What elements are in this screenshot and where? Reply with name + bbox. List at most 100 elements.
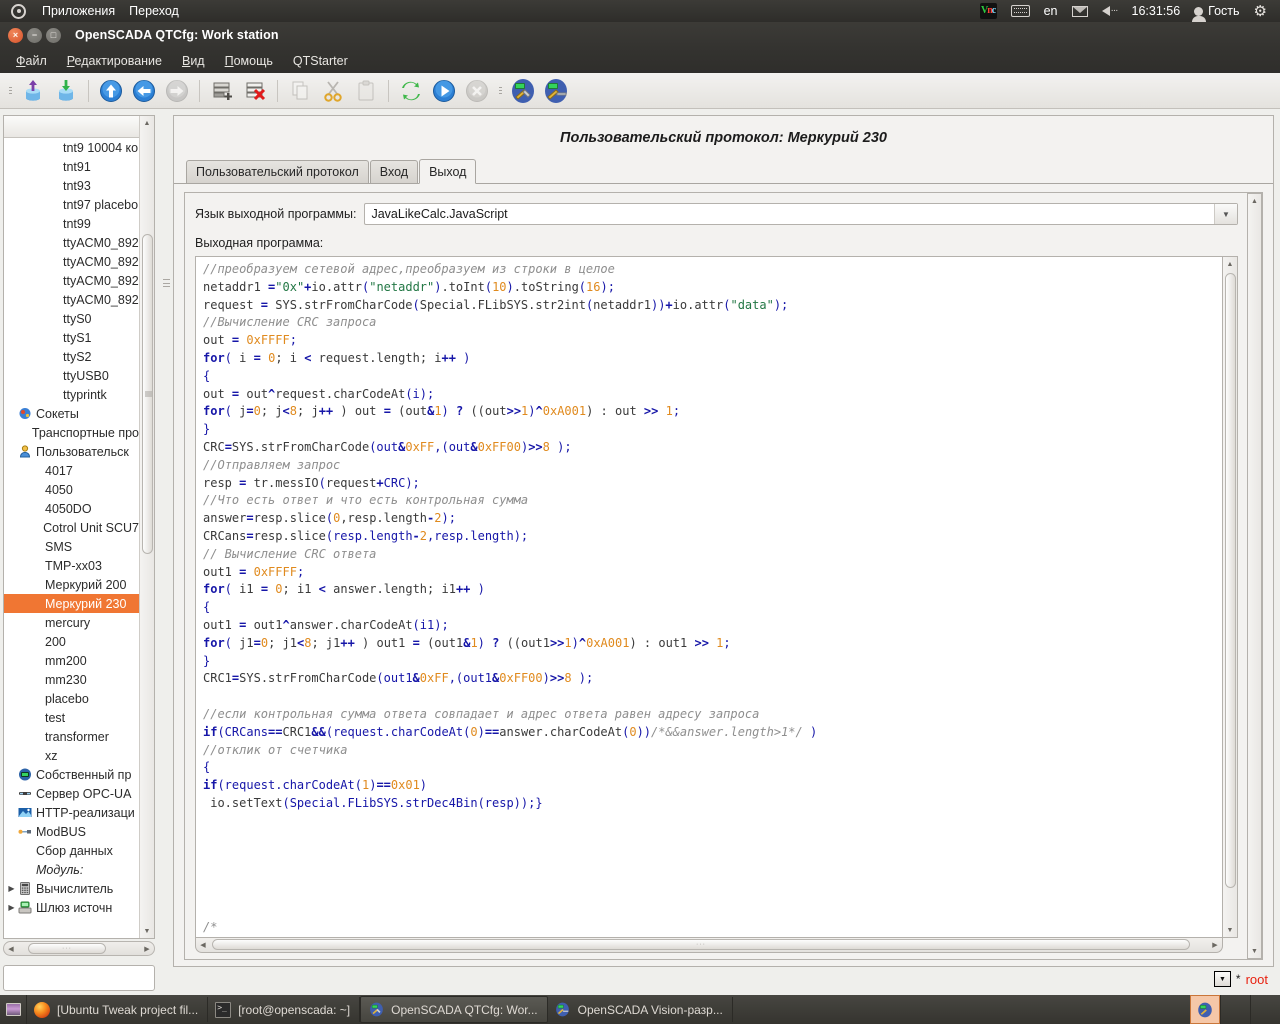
window-titlebar[interactable]: × − □ OpenSCADA QTCfg: Work station [0,22,1280,48]
load-from-db-icon[interactable] [17,76,49,106]
refresh-icon[interactable] [395,76,427,106]
stop-icon[interactable] [461,76,493,106]
tree-item[interactable]: xz [4,746,139,765]
status-dropdown-button[interactable]: ▼ [1214,971,1231,987]
tab-user-protocol[interactable]: Пользовательский протокол [186,160,369,183]
go-forward-icon[interactable] [161,76,193,106]
tree-item[interactable]: Сбор данных [4,841,139,860]
taskbar-item-vision[interactable]: OpenSCADA Vision-разр... [548,997,733,1022]
code-vertical-scrollbar[interactable]: ▲ ▼ [1223,256,1238,938]
tree-item[interactable]: placebo [4,689,139,708]
delete-node-icon[interactable] [239,76,271,106]
tree-item[interactable]: tnt99 [4,214,139,233]
taskbar-item-firefox[interactable]: [Ubuntu Tweak project fil... [27,997,208,1022]
paste-icon[interactable] [350,76,382,106]
scroll-down-icon[interactable]: ▼ [1248,944,1261,958]
save-to-db-icon[interactable] [50,76,82,106]
tree-scroll-area[interactable]: tnt9 10004 коtnt91tnt93tnt97 placebotnt9… [4,138,139,938]
add-node-icon[interactable] [206,76,238,106]
mail-icon[interactable] [1065,4,1095,19]
tree-item[interactable]: 4050DO [4,499,139,518]
tree-item[interactable]: transformer [4,727,139,746]
tree-item[interactable]: tnt91 [4,157,139,176]
tree-item[interactable]: ▶Вычислитель [4,879,139,898]
tree-item[interactable]: ttyACM0_892 [4,233,139,252]
clock[interactable]: 16:31:56 [1125,0,1188,22]
tree-item[interactable]: ModBUS [4,822,139,841]
scroll-left-icon[interactable]: ◀ [196,941,210,949]
tree-item[interactable]: SMS [4,537,139,556]
tree-item[interactable]: test [4,708,139,727]
tree-item[interactable]: 4017 [4,461,139,480]
tree-item[interactable]: Сокеты [4,404,139,423]
window-maximize-button[interactable]: □ [46,28,61,43]
places-menu[interactable]: Переход [122,0,186,22]
tree-item[interactable]: ttyS1 [4,328,139,347]
copy-icon[interactable] [284,76,316,106]
menu-edit[interactable]: Редактирование [57,51,172,71]
scroll-left-icon[interactable]: ◀ [4,945,18,953]
keyboard-icon[interactable] [1004,3,1037,19]
keyboard-layout-indicator[interactable]: en [1037,0,1065,22]
tree-horizontal-scrollbar[interactable]: ◀ ··· ▶ [3,941,155,956]
tree-item[interactable]: Пользовательск [4,442,139,461]
output-language-combobox[interactable]: JavaLikeCalc.JavaScript ▼ [364,203,1238,225]
taskbar-item-terminal[interactable]: >_ [root@openscada: ~] [208,997,360,1022]
tree-item[interactable]: mercury [4,613,139,632]
tree-item[interactable]: Сервер OPC-UA [4,784,139,803]
tree-item[interactable]: ttyS2 [4,347,139,366]
cut-icon[interactable] [317,76,349,106]
tree-item[interactable]: Меркурий 230 [4,594,139,613]
taskbar-item-qtcfg[interactable]: OpenSCADA QTCfg: Wor... [360,996,548,1023]
tree-item[interactable]: ttyUSB0 [4,366,139,385]
tree-item[interactable]: ttyS0 [4,309,139,328]
menu-qtstarter[interactable]: QTStarter [283,51,358,71]
code-horizontal-scrollbar[interactable]: ◀ ··· ▶ [195,938,1223,953]
tree-item[interactable]: ttyACM0_892 [4,290,139,309]
vnc-icon[interactable]: Vnc [973,1,1004,21]
tree-item[interactable]: tnt97 placebo [4,195,139,214]
expand-arrow-icon[interactable]: ▶ [6,884,17,893]
sidebar-filter-input[interactable] [3,965,155,991]
tree-item[interactable]: Меркурий 200 [4,575,139,594]
show-desktop-button[interactable] [0,995,27,1024]
scroll-up-icon[interactable]: ▲ [1223,257,1237,271]
user-menu[interactable]: Гость [1187,0,1246,22]
go-up-icon[interactable] [95,76,127,106]
volume-icon[interactable]: ··· [1095,0,1125,22]
tree-item[interactable]: 200 [4,632,139,651]
tray-slot-2[interactable] [1250,995,1280,1024]
menu-view[interactable]: Вид [172,51,215,71]
scrollbar-thumb[interactable] [142,234,153,554]
tree-item[interactable]: ttyACM0_892 [4,271,139,290]
window-close-button[interactable]: × [8,28,23,43]
tree-vertical-scrollbar[interactable]: ▲ ▼ [139,116,154,938]
scroll-down-icon[interactable]: ▼ [140,924,154,938]
tree-item[interactable]: tnt93 [4,176,139,195]
applications-menu[interactable]: Приложения [35,0,122,22]
output-program-editor[interactable]: //преобразуем сетевой адрес,преобразуем … [195,256,1223,938]
tree-item[interactable]: Собственный пр [4,765,139,784]
vision-tool-icon[interactable] [540,76,572,106]
config-tool-icon[interactable] [507,76,539,106]
tray-openscada-icon[interactable] [1190,995,1220,1024]
scroll-right-icon[interactable]: ▶ [140,945,154,953]
tree-item[interactable]: HTTP-реализаци [4,803,139,822]
tray-slot-1[interactable] [1220,995,1250,1024]
hscrollbar-thumb[interactable]: ··· [28,943,106,954]
scroll-up-icon[interactable]: ▲ [140,116,154,130]
hscrollbar-thumb[interactable]: ··· [212,939,1190,950]
ubuntu-logo-icon[interactable] [4,2,35,21]
tree-item[interactable]: Модуль: [4,860,139,879]
tree-item[interactable]: ttyprintk [4,385,139,404]
tree-item[interactable]: TMP-xx03 [4,556,139,575]
scroll-down-icon[interactable]: ▼ [1223,923,1237,937]
expand-arrow-icon[interactable]: ▶ [6,903,17,912]
tree-item[interactable]: tnt9 10004 ко [4,138,139,157]
tab-output[interactable]: Выход [419,159,476,184]
tree-item[interactable]: 4050 [4,480,139,499]
tree-item[interactable]: ttyACM0_892 [4,252,139,271]
tree-item[interactable]: Cotrol Unit SCU7 [4,518,139,537]
scroll-up-icon[interactable]: ▲ [1248,194,1261,208]
window-minimize-button[interactable]: − [27,28,42,43]
